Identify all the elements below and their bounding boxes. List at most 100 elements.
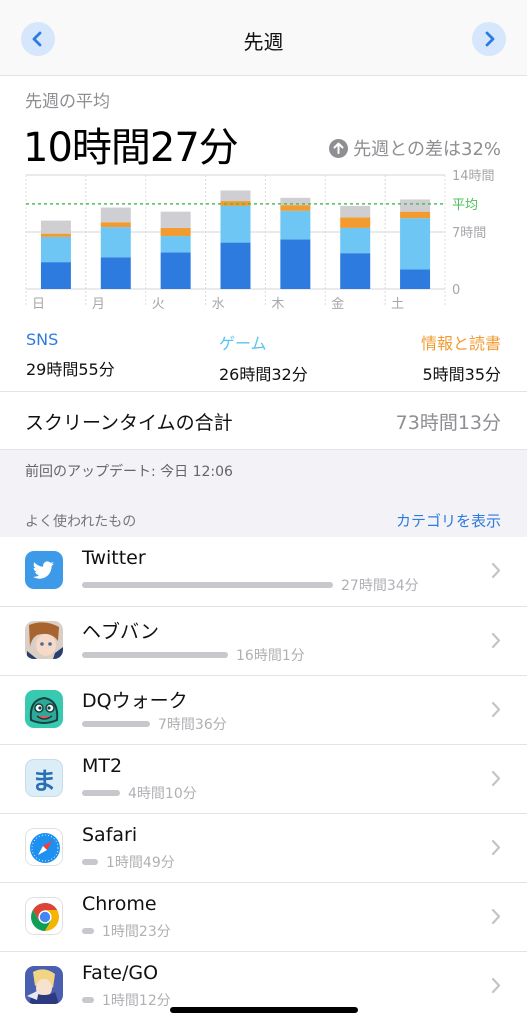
twitter-icon: [25, 551, 63, 589]
usage-bar: [82, 790, 120, 796]
chevron-right-icon: [491, 977, 501, 994]
app-time: 7時間36分: [158, 717, 227, 733]
app-time: 4時間10分: [128, 786, 197, 802]
legend-info-time: 5時間35分: [422, 365, 501, 384]
chevron-right-icon: [491, 701, 501, 718]
app-row-mt2[interactable]: ま MT2 4時間10分: [0, 744, 527, 813]
last-updated: 前回のアップデート: 今日 12:06: [25, 464, 233, 480]
app-name: Chrome: [82, 893, 157, 915]
most-used-list: Twitter 27時間34分 ヘブバン 16時間1分 DQウォーク 7時間36…: [0, 537, 527, 1020]
next-week-button[interactable]: [472, 22, 506, 56]
chrome-icon: [25, 897, 63, 935]
legend-sns-time: 29時間55分: [26, 360, 115, 379]
home-indicator[interactable]: [170, 1007, 358, 1013]
x-tick-label: 土: [391, 297, 404, 312]
bar-segment-5: [340, 253, 371, 289]
app-name: Twitter: [82, 547, 146, 569]
week-diff-text: 先週との差は32%: [353, 139, 501, 160]
legend-info-name: 情報と読書: [420, 334, 501, 353]
nav-bar: 先週: [0, 0, 527, 76]
app-time: 1時間12分: [102, 993, 171, 1009]
app-row-twitter[interactable]: Twitter 27時間34分: [0, 537, 527, 606]
app-time: 1時間23分: [102, 924, 171, 940]
bar-segment-4: [280, 205, 311, 211]
y-tick-label: 14時間: [452, 169, 495, 184]
arrow-up-circle-icon: [329, 138, 349, 158]
y-tick-label: 0: [452, 283, 460, 298]
chevron-right-icon: [491, 562, 501, 579]
x-tick-label: 金: [331, 296, 344, 312]
legend-game-time: 26時間32分: [219, 365, 308, 384]
usage-bar: [82, 582, 333, 588]
app-time: 27時間34分: [341, 578, 419, 594]
bar-segment-5: [340, 227, 371, 254]
screen-time-total-row: スクリーンタイムの合計 73時間13分: [0, 391, 527, 448]
show-categories-link[interactable]: カテゴリを表示: [396, 510, 501, 531]
chevron-right-icon: [485, 31, 495, 47]
x-tick-label: 日: [32, 297, 45, 312]
fate-go-icon: [25, 966, 63, 1004]
page-title: 先週: [243, 30, 284, 54]
x-tick-label: 木: [271, 297, 284, 312]
x-tick-label: 月: [92, 297, 105, 312]
bar-segment-3: [220, 242, 251, 289]
app-row-chrome[interactable]: Chrome 1時間23分: [0, 882, 527, 951]
bar-segment-1: [100, 257, 131, 289]
bar-segment-5: [340, 205, 371, 218]
usage-bar: [82, 721, 150, 727]
bar-segment-1: [100, 227, 131, 258]
bar-segment-6: [400, 211, 431, 219]
chevron-right-icon: [491, 839, 501, 856]
bar-segment-2: [160, 236, 191, 253]
app-name: Safari: [82, 824, 138, 846]
usage-chart[interactable]: 14時間 7時間 0 日 月 火 水 木 金 土 平均: [0, 167, 527, 327]
average-value: 10時間27分: [23, 125, 239, 171]
chevron-right-icon: [491, 908, 501, 925]
weekly-summary: 先週の平均 10時間27分 先週との差は32% 14時間 7時間 0 日 月 火 水 木 金 土 平…: [0, 77, 527, 449]
bar-segment-6: [400, 218, 431, 270]
legend-sns-name: SNS: [26, 330, 59, 349]
legend-game: ゲーム 26時間32分: [219, 330, 308, 385]
average-label: 先週の平均: [25, 92, 110, 112]
week-diff: 先週との差は32%: [329, 135, 501, 161]
usage-bar: [82, 859, 98, 865]
bar-segment-3: [220, 190, 251, 202]
mt2-icon: ま: [25, 759, 63, 797]
bar-segment-6: [400, 199, 431, 212]
app-name: Fate/GO: [82, 962, 159, 984]
app-time: 1時間49分: [106, 855, 175, 871]
bar-segment-0: [40, 236, 71, 263]
legend-game-name: ゲーム: [219, 334, 267, 353]
app-name: DQウォーク: [82, 690, 188, 712]
legend-sns: SNS 29時間55分: [26, 330, 115, 380]
chevron-right-icon: [491, 770, 501, 787]
heaven-burns-red-icon: [25, 621, 63, 659]
y-tick-label: 7時間: [452, 226, 486, 241]
total-label: スクリーンタイムの合計: [25, 412, 233, 434]
bar-segment-2: [160, 252, 191, 289]
bar-segment-2: [160, 211, 191, 228]
bar-segment-3: [220, 205, 251, 243]
most-used-header: よく使われたもの: [25, 514, 137, 530]
app-row-dq-walk[interactable]: DQウォーク 7時間36分: [0, 675, 527, 744]
app-time: 16時間1分: [236, 648, 305, 664]
info-band: 前回のアップデート: 今日 12:06 よく使われたもの カテゴリを表示: [0, 449, 527, 537]
bar-segment-0: [40, 233, 71, 237]
legend-info: 情報と読書 5時間35分: [421, 330, 501, 385]
app-row-safari[interactable]: Safari 1時間49分: [0, 813, 527, 882]
app-name: ヘブバン: [82, 621, 159, 643]
app-name: MT2: [82, 755, 123, 777]
bar-segment-5: [340, 217, 371, 228]
app-row-heaven-burns-red[interactable]: ヘブバン 16時間1分: [0, 606, 527, 675]
usage-bar: [82, 997, 94, 1003]
safari-icon: [25, 828, 63, 866]
bar-segment-0: [40, 220, 71, 234]
usage-bar: [82, 928, 94, 934]
bar-segment-4: [280, 210, 311, 240]
total-value: 73時間13分: [395, 412, 501, 434]
chevron-right-icon: [491, 632, 501, 649]
usage-chart-svg: 14時間 7時間 0 日 月 火 水 木 金 土 平均: [25, 169, 495, 312]
bar-segment-6: [400, 269, 431, 289]
dq-walk-icon: [25, 690, 63, 728]
x-tick-label: 火: [152, 297, 165, 312]
